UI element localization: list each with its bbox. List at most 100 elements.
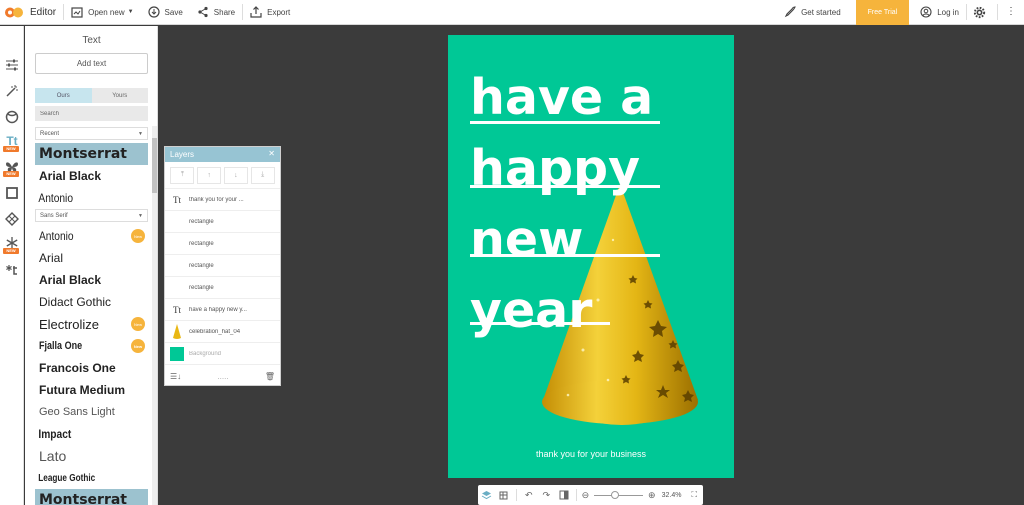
settings-button[interactable] [967,0,997,25]
textures-tool[interactable] [3,210,21,228]
new-badge: New [131,339,145,353]
top-toolbar: Editor Open new ▼ Save Share Export Get … [0,0,1024,25]
scrollbar-thumb[interactable] [152,138,157,193]
new-badge: New [131,229,145,243]
layers-panel: Layers ✕ ⤒ ↑ ↓ ⤓ Tt thank you for your .… [164,146,281,386]
font-item[interactable]: Montserrat [35,143,148,165]
more-tools[interactable] [3,260,21,278]
font-item[interactable]: League Gothic [35,467,128,489]
undo-button[interactable]: ↶ [520,485,538,505]
headline-text[interactable]: have a happy new year [470,62,720,346]
sliders-icon [6,59,18,71]
font-item[interactable]: Antonio New [35,225,148,247]
add-text-button[interactable]: Add text [35,53,148,74]
layers-sort-icon[interactable]: ☰↓ [170,372,181,381]
gear-icon [973,6,986,18]
font-item[interactable]: Impact [35,423,131,445]
layer-row[interactable]: Tt have a happy new y... [165,299,280,321]
layer-row[interactable]: rectangle [165,233,280,255]
layer-row[interactable]: celebration_hat_04 [165,321,280,343]
layer-row[interactable]: Tt thank you for your ... [165,189,280,211]
underline-rectangle[interactable] [470,254,660,257]
bring-forward-button[interactable]: ↑ [197,166,222,184]
export-button[interactable]: Export [243,0,297,25]
layers-toggle-button[interactable] [478,485,496,505]
font-name: Antonio [39,229,74,243]
drag-handle[interactable]: ..... [217,372,228,381]
effects-tool[interactable] [3,82,21,100]
new-badge: New [131,317,145,331]
font-item[interactable]: Electrolize New [35,313,148,335]
undo-icon: ↶ [525,489,533,500]
user-icon [920,6,932,18]
layer-row[interactable]: rectangle [165,255,280,277]
layer-thumb [165,321,189,343]
layers-title: Layers [170,150,195,159]
zoom-slider-handle[interactable] [611,490,620,499]
dropdown-value: Recent [40,130,60,137]
font-source-tabs: Ours Yours [35,88,148,103]
options-button[interactable]: ⋮ [998,0,1024,25]
font-item[interactable]: Didact Gothic [35,291,148,313]
get-started-button[interactable]: Get started [777,0,848,25]
magic-wand-icon [6,85,18,97]
underline-rectangle[interactable] [470,185,660,188]
share-button[interactable]: Share [190,0,242,25]
font-item[interactable]: Francois One [35,357,148,379]
close-icon[interactable]: ✕ [268,149,275,158]
tab-ours[interactable]: Ours [35,88,92,103]
fullscreen-button[interactable]: ⛶ [686,485,704,505]
frame-icon [6,187,18,199]
crop-canvas-button[interactable] [496,485,514,505]
footer-text[interactable]: thank you for your business [448,449,734,459]
texture-icon [5,212,19,226]
layer-row[interactable]: rectangle [165,277,280,299]
trash-icon[interactable]: 🗑 [265,372,275,381]
font-item[interactable]: Geo Sans Light [35,401,148,423]
frames-tool[interactable] [3,184,21,202]
new-badge: NEW [3,171,19,177]
font-item[interactable]: Arial Black [35,165,148,187]
underline-rectangle[interactable] [470,121,660,124]
toolbar-divider [516,489,518,501]
free-trial-button[interactable]: Free Trial [855,0,910,25]
zoom-slider[interactable] [594,490,643,499]
layer-row[interactable]: rectangle [165,211,280,233]
underline-rectangle[interactable] [470,322,610,325]
layer-row[interactable]: Background [165,343,280,365]
font-search-input[interactable] [35,106,148,121]
compare-button[interactable] [555,485,573,505]
font-category-dropdown-sans-serif[interactable]: Sans Serif ▼ [35,209,148,222]
font-list-scrollbar[interactable] [152,126,157,505]
layer-name: rectangle [189,262,214,269]
font-item[interactable]: Fjalla One New [35,335,148,357]
font-item[interactable]: Arial Black [35,269,148,291]
design-canvas[interactable]: have a happy new year thank you for your… [448,35,734,478]
log-in-button[interactable]: Log in [913,0,966,25]
app-logo[interactable]: Editor [0,0,63,25]
send-to-back-button[interactable]: ⤓ [250,166,275,184]
zoom-level: 32.4% [661,491,682,499]
layer-name: have a happy new y... [189,306,247,313]
crop-icon [499,491,508,500]
zoom-out-icon: ⊖ [581,489,590,500]
share-icon [198,6,208,18]
save-button[interactable]: Save [141,0,190,25]
zoom-out-button[interactable]: ⊖ [580,485,592,505]
font-item[interactable]: Montserrat [35,489,148,505]
touch-up-tool[interactable] [3,108,21,126]
font-item[interactable]: Futura Medium [35,379,148,401]
layers-header[interactable]: Layers ✕ [165,147,280,162]
layer-name: rectangle [189,240,214,247]
font-category-dropdown-recent[interactable]: Recent ▼ [35,127,148,140]
tab-yours[interactable]: Yours [91,88,148,103]
bring-to-front-button[interactable]: ⤒ [170,166,195,184]
adjust-tool[interactable] [3,56,21,74]
font-item[interactable]: Lato [35,445,148,467]
zoom-in-button[interactable]: ⊕ [646,485,658,505]
redo-button[interactable]: ↷ [538,485,556,505]
send-backward-button[interactable]: ↓ [223,166,248,184]
font-item[interactable]: Antonio [35,187,131,209]
font-item[interactable]: Arial [35,247,148,269]
open-new-button[interactable]: Open new ▼ [64,0,140,25]
